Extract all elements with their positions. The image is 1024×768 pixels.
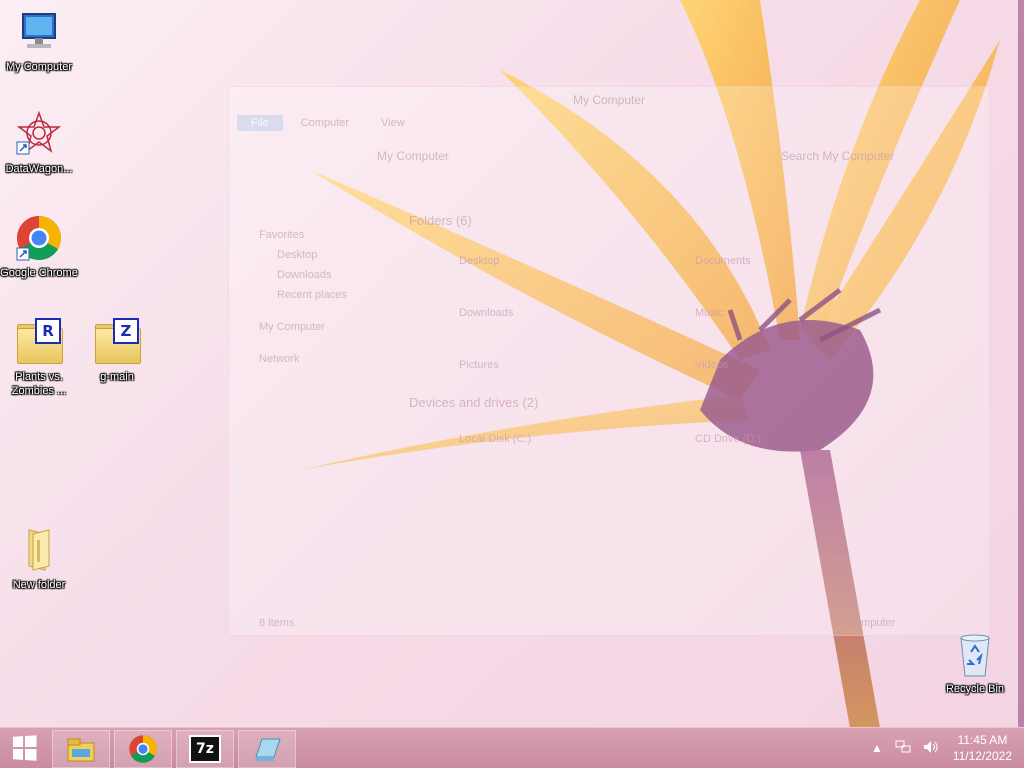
desktop-icon-label: DataWagon... xyxy=(5,163,73,175)
desktop-icon-label: Google Chrome xyxy=(0,267,78,279)
desktop-icon-label: Recycle Bin xyxy=(945,683,1005,695)
taskbar-file-explorer[interactable] xyxy=(52,730,110,768)
nav-recent: Recent places xyxy=(277,289,347,301)
chrome-icon xyxy=(129,735,157,763)
archive-folder-icon: Z xyxy=(93,318,141,366)
tab-file: File xyxy=(237,115,283,131)
desktop-icon-my-computer[interactable]: My Computer xyxy=(0,8,78,74)
taskbar-chrome[interactable] xyxy=(114,730,172,768)
clock-date: 11/12/2022 xyxy=(952,749,1012,763)
address-bar: My Computer xyxy=(377,149,450,163)
wallpaper-edge xyxy=(1018,0,1024,728)
tab-view: View xyxy=(381,117,405,129)
windows-logo-icon xyxy=(12,735,37,761)
system-tray: ▲ 11:45 AM 11/12/2022 xyxy=(865,728,1024,768)
sevenzip-icon: 7z xyxy=(189,735,221,763)
nav-pane: Favorites Desktop Downloads Recent place… xyxy=(259,213,347,369)
folder-icon xyxy=(15,526,63,574)
start-button[interactable] xyxy=(6,730,42,766)
zip-badge: Z xyxy=(113,318,139,344)
status-bar: 8 items xyxy=(259,617,295,629)
desktop-icon-label: My Computer xyxy=(5,61,73,73)
network-icon[interactable] xyxy=(895,740,911,757)
explorer-window-ghost: My Computer File Computer View My Comput… xyxy=(228,86,990,636)
item-documents: Documents xyxy=(695,255,751,267)
section-devices: Devices and drives (2) xyxy=(409,395,539,410)
taskbar-notepad[interactable] xyxy=(238,730,296,768)
archive-folder-icon: R xyxy=(15,318,63,366)
item-videos: Videos xyxy=(695,359,729,371)
ribbon-tabs: File Computer View xyxy=(237,115,419,131)
item-cd-drive: CD Drive (D:) xyxy=(695,433,761,445)
nav-computer: My Computer xyxy=(259,321,326,333)
tab-computer: Computer xyxy=(300,117,350,129)
desktop-icon-datawagon[interactable]: DataWagon... xyxy=(0,110,78,176)
chrome-icon xyxy=(15,214,63,262)
search-box: Search My Computer xyxy=(781,149,895,163)
nav-desktop: Desktop xyxy=(277,249,318,261)
nav-network: Network xyxy=(259,353,300,365)
nav-downloads: Downloads xyxy=(277,269,332,281)
notepad-icon xyxy=(255,738,281,761)
taskbar: 7z ▲ 11:45 AM 11/12/2022 xyxy=(0,727,1024,768)
clock-time: 11:45 AM xyxy=(957,733,1008,747)
desktop-icon-label: New folder xyxy=(12,579,66,591)
status-bar-right: Computer xyxy=(847,617,896,629)
desktop-icon-new-folder[interactable]: New folder xyxy=(0,526,78,592)
nav-favorites: Favorites xyxy=(259,229,305,241)
show-hidden-icons-icon[interactable]: ▲ xyxy=(871,741,883,755)
volume-icon[interactable] xyxy=(923,740,939,757)
rar-badge: R xyxy=(35,318,61,344)
item-local-disk: Local Disk (C:) xyxy=(459,433,532,445)
item-pictures: Pictures xyxy=(459,359,499,371)
desktop-icon-label: Plants vs. Zombies ... xyxy=(11,371,67,397)
datawagon-icon xyxy=(15,110,63,158)
item-desktop: Desktop xyxy=(459,255,500,267)
desktop-icon-pvz[interactable]: R Plants vs. Zombies ... xyxy=(0,318,78,398)
item-music: Music xyxy=(695,307,724,319)
desktop-icon-g-main[interactable]: Z g-main xyxy=(78,318,156,384)
section-folders: Folders (6) xyxy=(409,213,472,228)
clock[interactable]: 11:45 AM 11/12/2022 xyxy=(953,732,1012,764)
taskbar-7zip[interactable]: 7z xyxy=(176,730,234,768)
item-downloads: Downloads xyxy=(459,307,514,319)
desktop-icon-label: g-main xyxy=(100,371,134,383)
recycle-bin-icon xyxy=(951,630,999,678)
computer-icon xyxy=(15,8,63,56)
window-title: My Computer xyxy=(572,93,646,107)
file-explorer-icon xyxy=(67,738,95,762)
desktop-icon-recycle-bin[interactable]: Recycle Bin xyxy=(936,630,1014,696)
desktop-icon-chrome[interactable]: Google Chrome xyxy=(0,214,78,280)
